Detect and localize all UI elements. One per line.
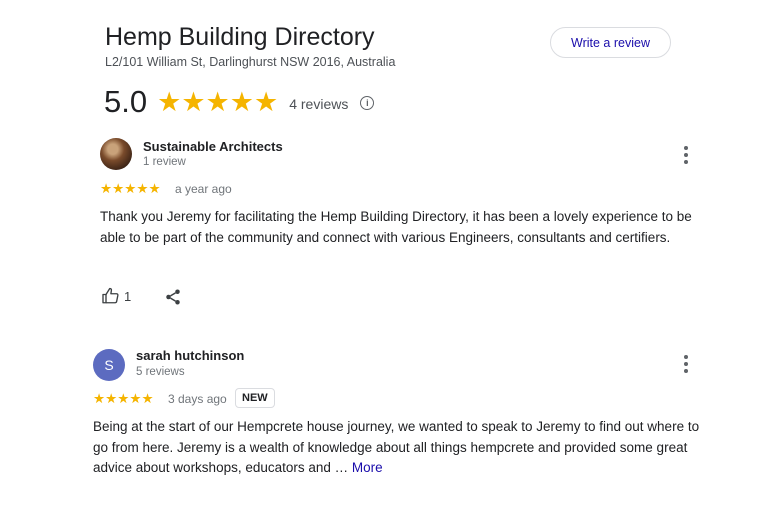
star-icon: ★ bbox=[112, 181, 125, 196]
star-icon: ★ bbox=[181, 86, 206, 117]
write-review-button[interactable]: Write a review bbox=[550, 27, 671, 58]
review-time: 3 days ago bbox=[168, 392, 227, 406]
like-count: 1 bbox=[124, 288, 132, 304]
review-text: Being at the start of our Hempcrete hous… bbox=[93, 417, 705, 479]
review-stars: ★ ★ ★ ★ ★ bbox=[93, 392, 154, 406]
review-author-name[interactable]: Sustainable Architects bbox=[143, 139, 283, 154]
star-icon: ★ bbox=[117, 391, 130, 406]
star-icon: ★ bbox=[129, 391, 142, 406]
star-icon: ★ bbox=[93, 391, 106, 406]
business-title: Hemp Building Directory bbox=[105, 23, 375, 51]
avatar[interactable] bbox=[100, 138, 132, 170]
review-text-content: Being at the start of our Hempcrete hous… bbox=[93, 419, 700, 475]
review-stars: ★ ★ ★ ★ ★ bbox=[100, 182, 161, 196]
avatar-letter: S bbox=[104, 357, 114, 373]
star-icon: ★ bbox=[205, 86, 230, 117]
star-icon: ★ bbox=[157, 86, 182, 117]
info-icon[interactable]: i bbox=[360, 95, 375, 110]
rating-value: 5.0 bbox=[104, 84, 148, 119]
star-icon: ★ bbox=[136, 181, 149, 196]
rating-stars: ★ ★ ★ ★ ★ bbox=[157, 86, 279, 117]
star-icon: ★ bbox=[105, 391, 118, 406]
star-icon: ★ bbox=[229, 86, 254, 117]
star-icon: ★ bbox=[124, 181, 137, 196]
like-button[interactable]: 1 bbox=[101, 287, 131, 305]
review-text: Thank you Jeremy for facilitating the He… bbox=[100, 209, 692, 245]
more-link[interactable]: More bbox=[352, 460, 383, 475]
share-icon bbox=[166, 289, 180, 305]
avatar[interactable]: S bbox=[93, 349, 125, 381]
review-time: a year ago bbox=[175, 182, 232, 196]
rating-summary: 5.0 ★ ★ ★ ★ ★ 4 reviews i bbox=[104, 84, 375, 120]
review-author-name[interactable]: sarah hutchinson bbox=[136, 348, 244, 363]
star-icon: ★ bbox=[141, 391, 154, 406]
star-icon: ★ bbox=[100, 181, 113, 196]
new-badge: NEW bbox=[235, 388, 275, 408]
review-author-meta: 1 review bbox=[143, 156, 186, 168]
review-author-meta: 5 reviews bbox=[136, 366, 185, 378]
share-button[interactable] bbox=[164, 288, 182, 311]
more-options-icon[interactable] bbox=[683, 355, 689, 373]
thumbs-up-icon bbox=[102, 287, 119, 304]
business-address: L2/101 William St, Darlinghurst NSW 2016… bbox=[105, 55, 396, 69]
review-count[interactable]: 4 reviews bbox=[289, 96, 348, 112]
more-options-icon[interactable] bbox=[683, 146, 689, 164]
star-icon: ★ bbox=[253, 86, 279, 117]
star-icon: ★ bbox=[148, 181, 161, 196]
